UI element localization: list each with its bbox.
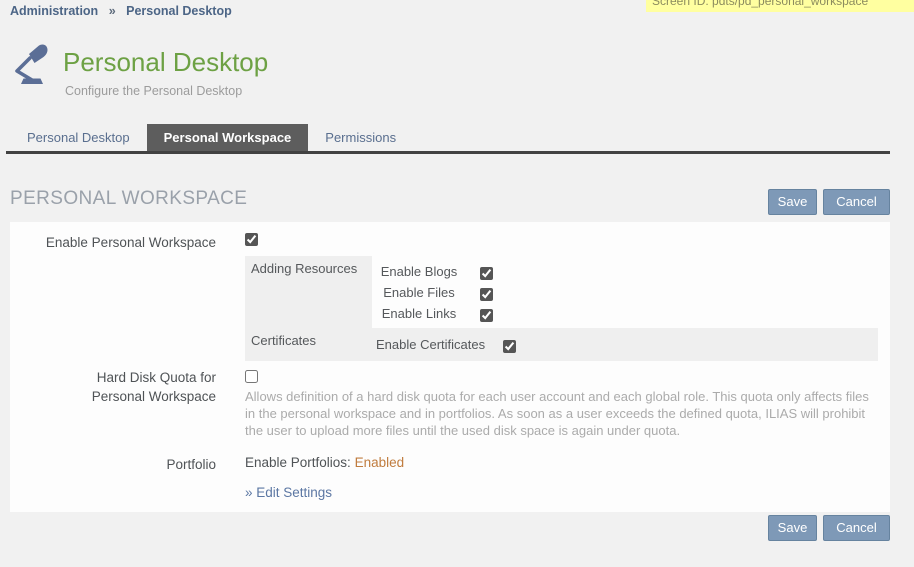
enable-links-row: Enable Links	[376, 303, 878, 324]
enable-blogs-checkbox[interactable]	[480, 267, 493, 280]
breadcrumb-separator: »	[109, 4, 116, 18]
enable-personal-workspace-label: Enable Personal Workspace	[10, 233, 216, 252]
portfolio-label: Portfolio	[10, 455, 216, 474]
edit-settings-link[interactable]: » Edit Settings	[245, 485, 332, 500]
breadcrumb-link-administration[interactable]: Administration	[10, 4, 98, 18]
adding-resources-group: Adding Resources Enable Blogs Enable Fil…	[245, 256, 878, 328]
cancel-button-bottom[interactable]: Cancel	[823, 515, 890, 541]
hard-disk-quota-label: Hard Disk Quota for Personal Workspace	[10, 368, 216, 406]
enable-files-label: Enable Files	[376, 282, 462, 303]
adding-resources-label: Adding Resources	[245, 256, 372, 328]
breadcrumb-link-personal-desktop[interactable]: Personal Desktop	[126, 4, 232, 18]
enable-certificates-checkbox[interactable]	[503, 340, 516, 353]
enable-blogs-row: Enable Blogs	[376, 261, 878, 282]
certificates-group: Certificates Enable Certificates	[245, 328, 878, 361]
hard-disk-quota-description: Allows definition of a hard disk quota f…	[245, 388, 875, 439]
tab-personal-workspace[interactable]: Personal Workspace	[147, 124, 309, 151]
hard-disk-quota-checkbox[interactable]	[245, 370, 258, 383]
tab-underline-rule	[6, 151, 890, 154]
save-button-top[interactable]: Save	[768, 189, 817, 215]
screen-id-badge: Screen ID: pdts/pd_personal_workspace	[646, 0, 914, 12]
enable-files-checkbox[interactable]	[480, 288, 493, 301]
sub-settings-table: Adding Resources Enable Blogs Enable Fil…	[245, 256, 878, 361]
tab-bar: Personal Desktop Personal Workspace Perm…	[10, 124, 413, 151]
enable-files-row: Enable Files	[376, 282, 878, 303]
enable-certificates-row: Enable Certificates	[376, 333, 878, 357]
enable-links-label: Enable Links	[376, 303, 462, 324]
page-subtitle: Configure the Personal Desktop	[65, 84, 242, 98]
save-button-bottom[interactable]: Save	[768, 515, 817, 541]
breadcrumb: Administration » Personal Desktop	[10, 4, 232, 18]
section-title: PERSONAL WORKSPACE	[10, 188, 247, 210]
enable-links-checkbox[interactable]	[480, 309, 493, 322]
portfolio-status-value: Enabled	[355, 455, 405, 470]
enable-certificates-label: Enable Certificates	[376, 333, 485, 357]
tab-permissions[interactable]: Permissions	[308, 124, 413, 151]
tab-personal-desktop[interactable]: Personal Desktop	[10, 124, 147, 151]
certificates-label: Certificates	[245, 328, 372, 361]
page-title: Personal Desktop	[63, 47, 268, 78]
desk-lamp-icon	[11, 43, 53, 92]
enable-blogs-label: Enable Blogs	[376, 261, 462, 282]
personal-workspace-form: Enable Personal Workspace Adding Resourc…	[10, 222, 890, 512]
portfolio-status-label: Enable Portfolios:	[245, 455, 351, 470]
portfolio-status: Enable Portfolios: Enabled	[245, 455, 404, 470]
cancel-button-top[interactable]: Cancel	[823, 189, 890, 215]
enable-personal-workspace-checkbox[interactable]	[245, 233, 258, 246]
